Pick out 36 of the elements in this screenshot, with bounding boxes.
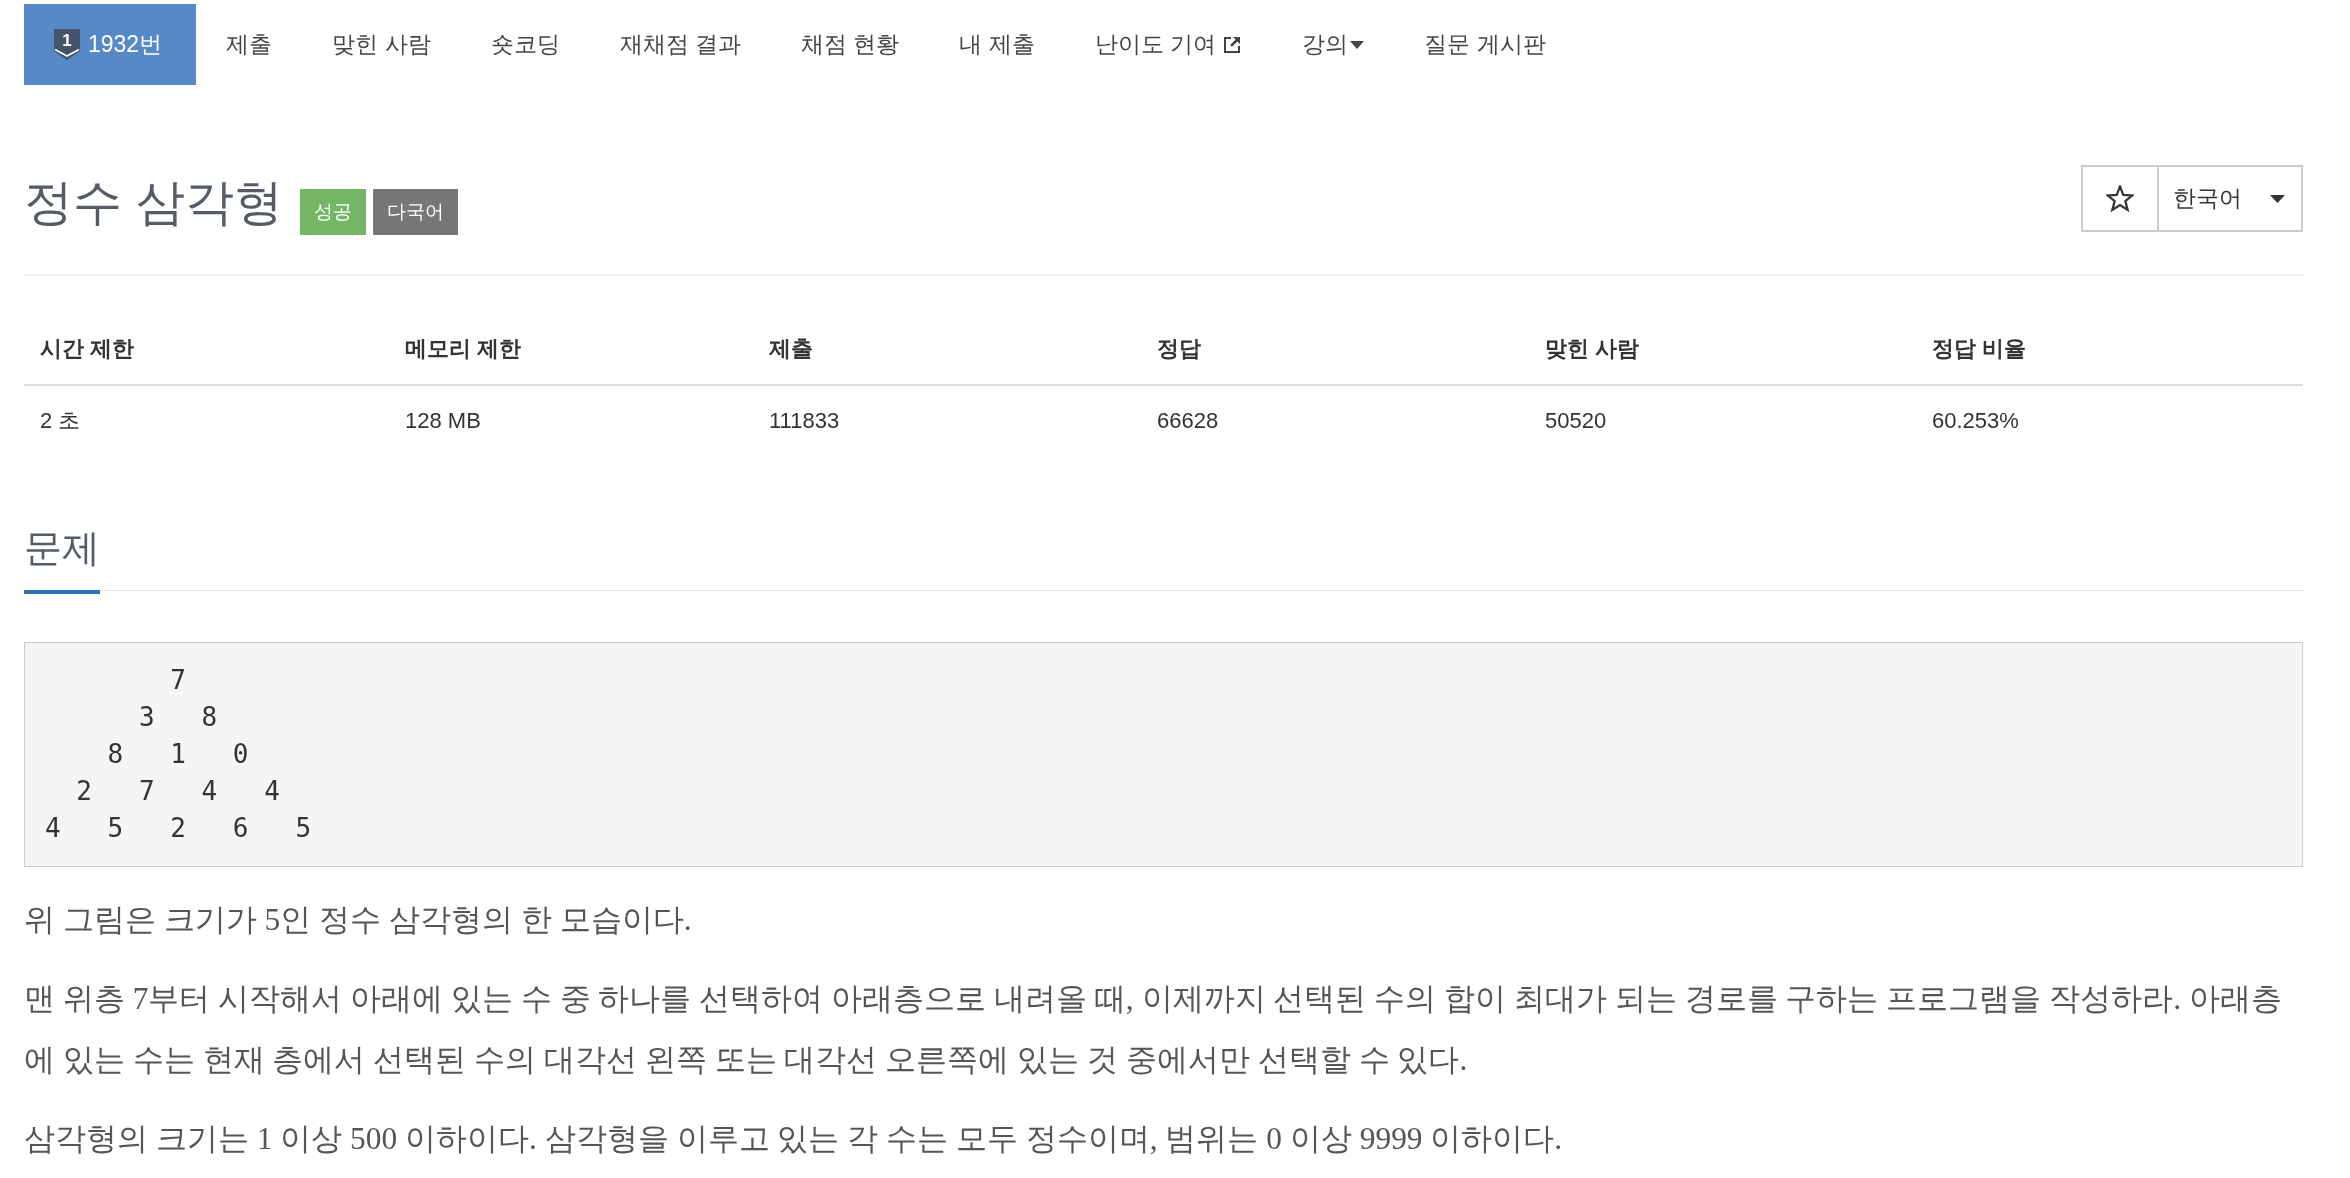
problem-tag: 성공 [299,189,366,235]
nav-tab[interactable]: 맞힌 사람 [302,4,461,85]
code-block: 7 3 8 8 1 0 2 7 4 4 4 5 2 6 5 [24,642,2303,867]
table-cell: 2 초 [24,385,389,455]
nav-tab[interactable]: 질문 게시판 [1394,4,1576,85]
problem-tag: 다국어 [372,189,458,235]
column-header: 맞힌 사람 [1529,313,1916,385]
column-header: 메모리 제한 [389,313,753,385]
paragraph: 위 그림은 크기가 5인 정수 삼각형의 한 모습이다. [24,901,693,939]
paragraph: 삼각형의 크기는 1 이상 500 이하이다. 삼각형을 이루고 있는 각 수는 모두 정수이며, 범위는 0 이상 9999 이하이다. [24,1120,1564,1158]
column-header: 시간 제한 [24,313,389,385]
column-header: 제출 [753,313,1141,385]
language-dropdown[interactable]: 한국어 [2159,165,2303,232]
column-header: 정답 [1141,313,1529,385]
column-header: 정답 비율 [1916,313,2303,385]
nav-tab[interactable]: 재채점 결과 [589,4,771,85]
paragraph: 맨 위층 7부터 시작해서 아래에 있는 수 중 하나를 선택하여 아래층으로 내려올 때, 이제까지 선택된 수의 합이 최대가 되는 경로를 구하는 프로그램을 작성하라. 아래층에 있는 수는 현재 층에서 선택된 수의 대각선 왼쪽 또는 대각선 오른쪽에 있는 것 중에서만 선택할 수 있다. [24,980,2283,1079]
nav-tab[interactable]: 숏코딩 [460,4,590,85]
tier-badge: 1 [54,29,80,60]
table-cell: 66628 [1141,385,1529,455]
caret-down-icon [1350,40,1365,49]
caret-down-icon [2270,194,2285,203]
section-heading: 문제 [24,523,100,594]
nav-tab[interactable]: 제출 [196,4,303,85]
problem-title: 정수 삼각형 [24,174,283,231]
nav-tab[interactable]: 내 제출 [929,4,1065,85]
table-cell: 60.253% [1916,385,2303,455]
nav-tab[interactable]: 1 1932번 [24,4,197,85]
favorite-button[interactable] [2081,165,2159,232]
nav-tab[interactable]: 난이도 기여 [1064,4,1273,85]
table-cell: 128 MB [389,385,753,455]
nav-tab[interactable]: 채점 현황 [770,4,930,85]
table-cell: 50520 [1529,385,1916,455]
nav-tab[interactable]: 강의 [1272,4,1395,85]
table-cell: 111833 [753,385,1141,455]
external-link-icon [1222,34,1243,55]
